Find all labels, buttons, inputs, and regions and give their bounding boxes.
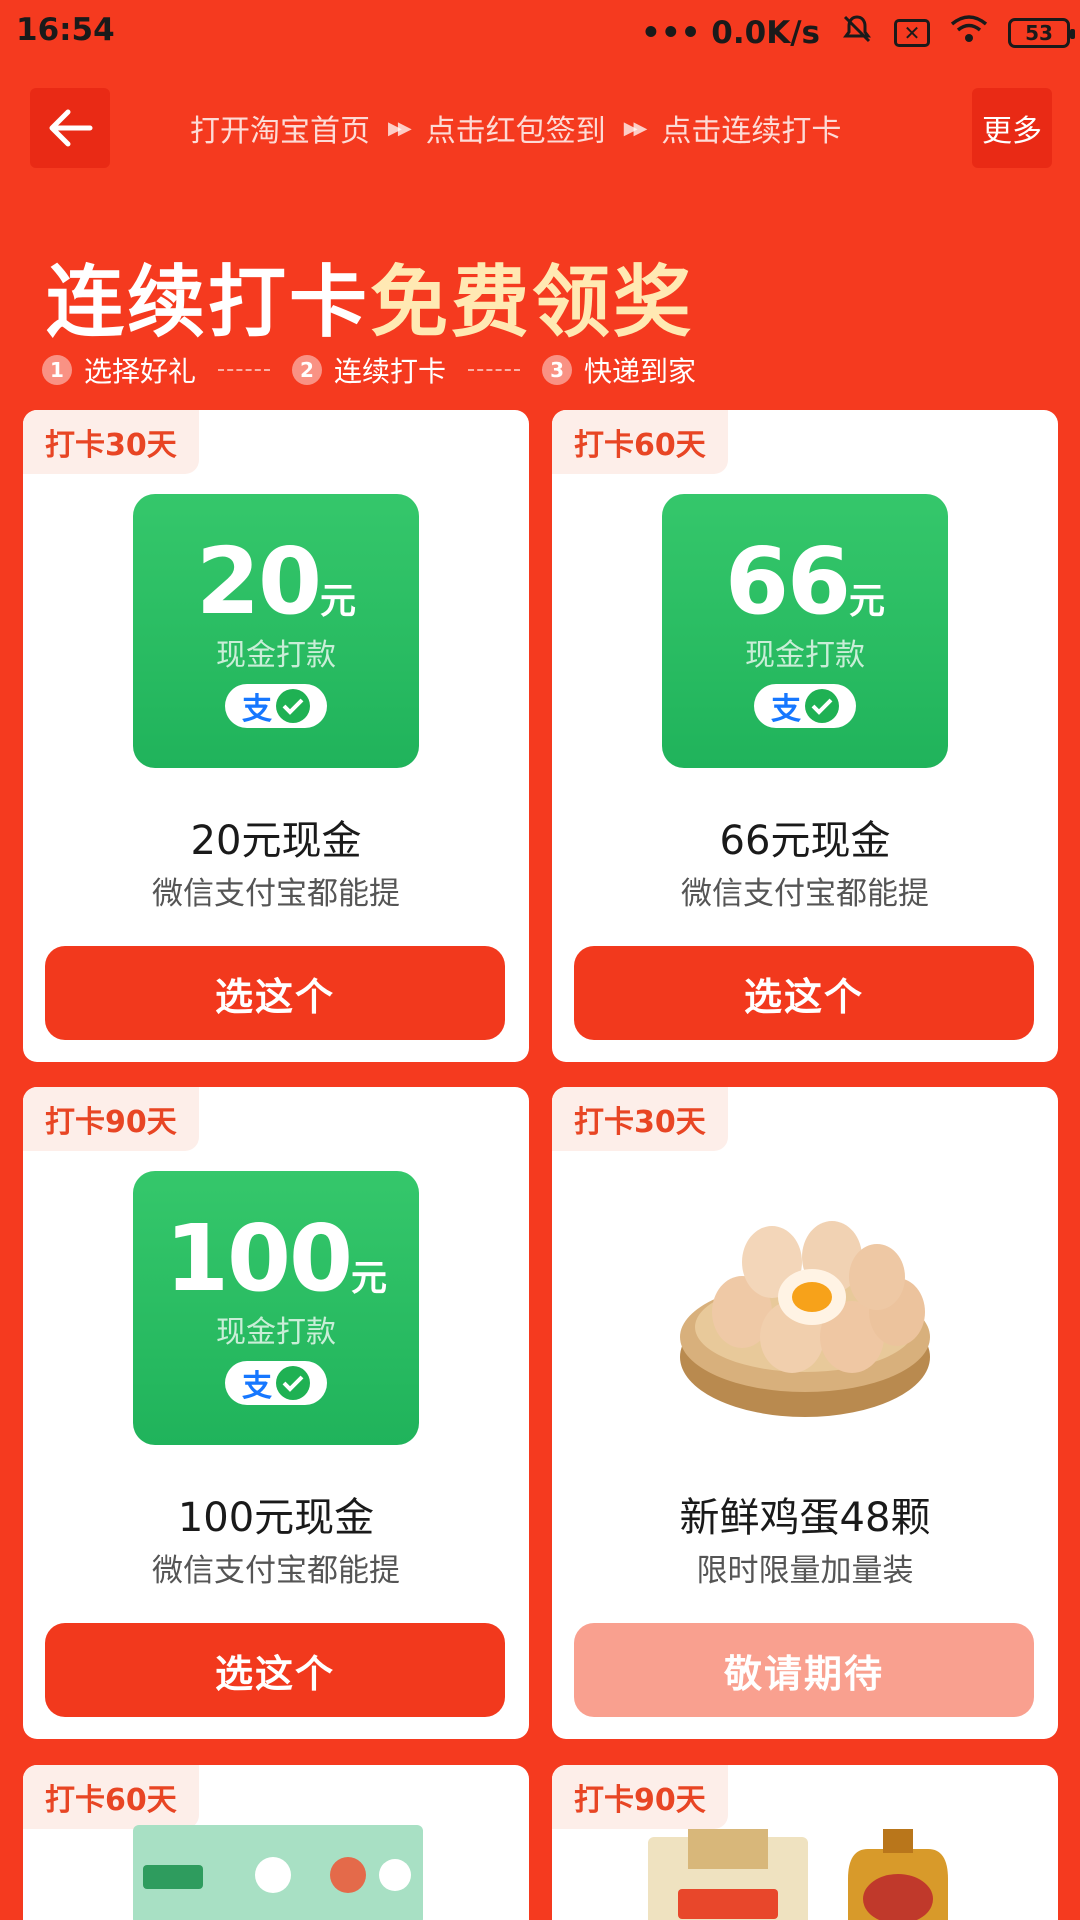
checkin-days-tag: 打卡30天 [552, 1087, 728, 1151]
select-button[interactable]: 选这个 [574, 946, 1034, 1040]
step-label: 选择好礼 [84, 355, 197, 388]
reward-card[interactable]: 打卡90天 100元 现金打款 支 100元现金 微信支付宝都能提 选这个 [23, 1087, 529, 1739]
alipay-icon: 支 [242, 692, 272, 727]
step-number: 3 [542, 355, 573, 385]
more-button[interactable]: 更多 [972, 88, 1052, 168]
select-button[interactable]: 选这个 [45, 946, 505, 1040]
arrow-left-icon [49, 109, 93, 147]
checkin-days-tag: 打卡60天 [552, 410, 728, 474]
network-speed: ••• 0.0K/s [641, 15, 820, 51]
reward-card[interactable]: 打卡90天 [552, 1765, 1058, 1920]
select-button[interactable]: 选这个 [45, 1623, 505, 1717]
rice-and-oil-image [648, 1829, 948, 1920]
wifi-icon [950, 14, 988, 52]
payment-methods: 支 [225, 684, 327, 728]
step-label: 连续打卡 [334, 355, 447, 388]
reward-card[interactable]: 打卡30天 新鲜鸡蛋48颗 限时限量加量装 敬请期待 [552, 1087, 1058, 1739]
cash-reward-image: 100元 现金打款 支 [133, 1171, 419, 1445]
reward-card[interactable]: 打卡30天 20元 现金打款 支 20元现金 微信支付宝都能提 选这个 [23, 410, 529, 1062]
product-package-image [133, 1825, 423, 1920]
cash-reward-image: 20元 现金打款 支 [133, 494, 419, 768]
guide-step-3: 点击连续打卡 [661, 114, 842, 149]
eggs-basket-image [680, 1221, 930, 1417]
reward-title: 新鲜鸡蛋48颗 [679, 1495, 931, 1541]
step-label: 快递到家 [584, 355, 697, 388]
top-navbar: 打开淘宝首页 ▶▶ 点击红包签到 ▶▶ 点击连续打卡 更多 [0, 88, 1080, 172]
title-part-2: 免费领奖 [370, 258, 695, 348]
cash-amount: 66元 [724, 528, 886, 635]
cash-amount: 100元 [164, 1205, 388, 1312]
guide-step-1: 打开淘宝首页 [190, 114, 370, 149]
step-number: 2 [292, 355, 323, 385]
cash-amount: 20元 [195, 528, 357, 635]
guide-steps: 打开淘宝首页 ▶▶ 点击红包签到 ▶▶ 点击连续打卡 [190, 106, 841, 150]
double-arrow-icon: ▶▶ [388, 117, 412, 139]
alipay-icon: 支 [771, 692, 801, 727]
wechat-check-icon [276, 1366, 310, 1400]
payment-methods: 支 [225, 1361, 327, 1405]
reward-title: 100元现金 [177, 1495, 375, 1541]
cash-label: 现金打款 [216, 638, 336, 673]
battery-icon: 53 [1008, 18, 1075, 48]
title-part-1: 连续打卡 [46, 258, 371, 348]
reward-desc: 微信支付宝都能提 [681, 876, 929, 912]
cash-label: 现金打款 [745, 638, 865, 673]
guide-step-2: 点击红包签到 [425, 114, 606, 149]
wechat-check-icon [276, 689, 310, 723]
status-icons: ••• 0.0K/s ✕ 53 [641, 12, 1075, 54]
reward-title: 20元现金 [190, 818, 362, 864]
checkin-days-tag: 打卡90天 [552, 1765, 728, 1829]
divider [468, 369, 521, 371]
wechat-check-icon [805, 689, 839, 723]
divider [218, 369, 271, 371]
reward-desc: 限时限量加量装 [696, 1553, 914, 1589]
process-steps: 1 选择好礼 2 连续打卡 3 快递到家 [42, 350, 696, 390]
mute-icon [840, 12, 874, 54]
reward-title: 66元现金 [719, 818, 891, 864]
checkin-days-tag: 打卡90天 [23, 1087, 199, 1151]
status-time: 16:54 [16, 12, 115, 48]
back-button[interactable] [30, 88, 110, 168]
checkin-days-tag: 打卡60天 [23, 1765, 199, 1829]
cash-label: 现金打款 [216, 1315, 336, 1350]
payment-methods: 支 [754, 684, 856, 728]
step-number: 1 [42, 355, 72, 385]
alipay-icon: 支 [242, 1369, 272, 1404]
double-arrow-icon: ▶▶ [623, 117, 648, 139]
reward-desc: 微信支付宝都能提 [152, 876, 400, 912]
reward-card[interactable]: 打卡60天 [23, 1765, 529, 1920]
sim-off-icon: ✕ [894, 19, 930, 47]
page-title: 连续打卡免费领奖 [46, 240, 694, 352]
reward-card[interactable]: 打卡60天 66元 现金打款 支 66元现金 微信支付宝都能提 选这个 [552, 410, 1058, 1062]
cash-reward-image: 66元 现金打款 支 [662, 494, 948, 768]
status-bar: 16:54 ••• 0.0K/s ✕ 53 [0, 0, 1080, 66]
checkin-days-tag: 打卡30天 [23, 410, 199, 474]
reward-desc: 微信支付宝都能提 [152, 1553, 400, 1589]
coming-soon-button[interactable]: 敬请期待 [574, 1623, 1034, 1717]
